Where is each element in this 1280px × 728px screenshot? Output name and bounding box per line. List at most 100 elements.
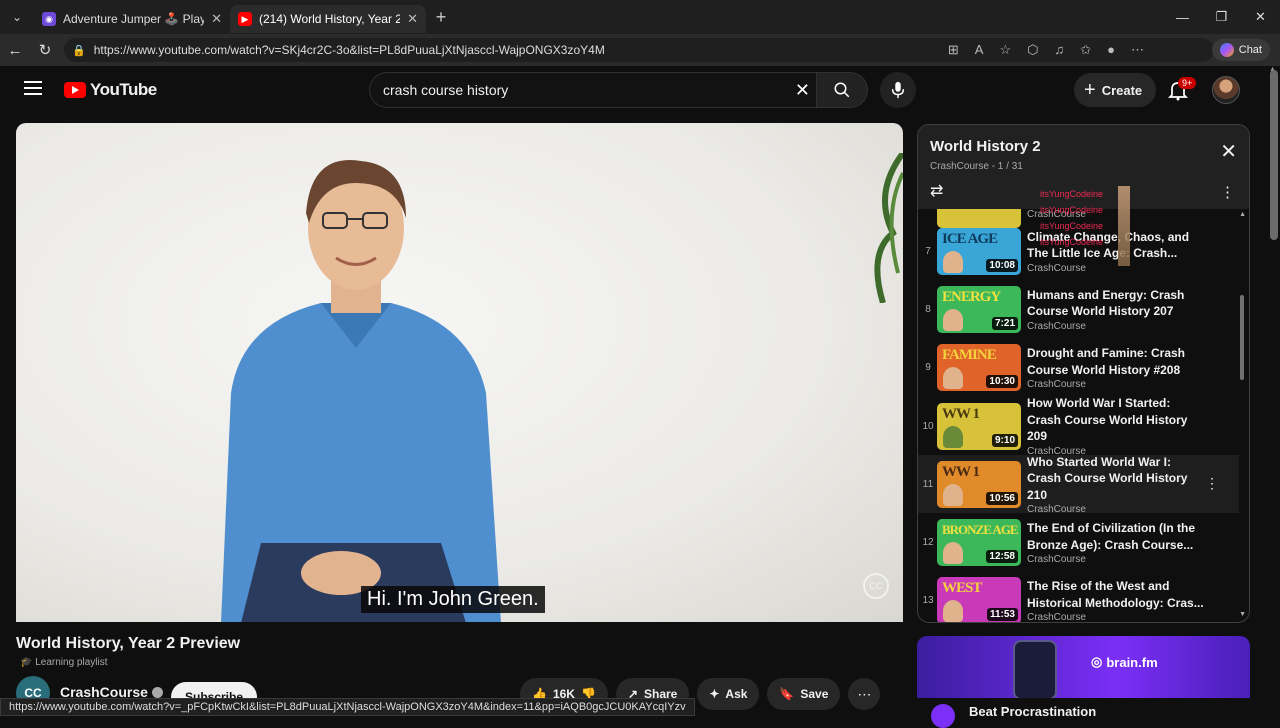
plus-icon: +: [1084, 78, 1096, 101]
browser-tab-youtube[interactable]: ▶ (214) World History, Year 2 Preview ✕: [230, 5, 426, 33]
thumbnail-figure: [943, 542, 963, 565]
learning-playlist-text: Learning playlist: [35, 657, 108, 668]
video-title: World History, Year 2 Preview: [16, 635, 241, 652]
scroll-up-arrow-icon[interactable]: ▲: [1239, 211, 1246, 218]
settings-more-icon[interactable]: ⋯: [1131, 42, 1144, 58]
playlist-more-icon[interactable]: ⋮: [1220, 183, 1235, 201]
read-aloud-icon[interactable]: A: [975, 42, 984, 58]
bookmark-icon: 🔖: [779, 687, 795, 701]
item-number: 10: [922, 420, 934, 432]
thumbnail-figure: [943, 250, 963, 273]
account-avatar[interactable]: [1212, 76, 1240, 104]
tab-actions-menu-button[interactable]: ⌄: [0, 0, 34, 34]
playlist-title[interactable]: World History 2: [930, 138, 1041, 155]
ad-banner[interactable]: ◎ brain.fm: [917, 636, 1250, 698]
maximize-icon[interactable]: ❐: [1202, 0, 1241, 34]
item-channel: CrashCourse: [1027, 320, 1086, 332]
playlist-items: CrashCourse 7 ICE AGE 10:08 Climate Chan…: [918, 209, 1239, 622]
new-tab-button[interactable]: +: [426, 7, 456, 28]
voice-search-button[interactable]: [880, 72, 916, 108]
youtube-play-icon: [64, 82, 86, 98]
close-playlist-icon[interactable]: ✕: [1220, 139, 1237, 164]
video-thumbnail[interactable]: FAMINE 10:30: [937, 344, 1021, 392]
thumbnail-label: BRONZE AGE: [942, 522, 1019, 538]
microphone-icon: [891, 81, 905, 99]
item-title[interactable]: Drought and Famine: Crash Course World H…: [1027, 345, 1207, 378]
create-label: Create: [1101, 82, 1143, 98]
site-info-icon[interactable]: 🔒: [72, 44, 86, 57]
save-button[interactable]: 🔖 Save: [767, 678, 841, 710]
back-icon[interactable]: ←: [0, 42, 30, 59]
item-more-icon[interactable]: ⋮: [1205, 475, 1219, 492]
media-control-icon[interactable]: ♫: [1054, 42, 1064, 58]
app-available-icon[interactable]: ⊞: [948, 42, 959, 58]
item-title[interactable]: Who Started World War I: Crash Course Wo…: [1027, 454, 1207, 504]
thumbnail-label: ICE AGE: [942, 230, 998, 247]
playlist-item[interactable]: 8 ENERGY 7:21 Humans and Energy: Crash C…: [918, 280, 1239, 338]
item-title[interactable]: How World War I Started: Crash Course Wo…: [1027, 395, 1207, 445]
learning-playlist-label: 🎓 Learning playlist: [20, 657, 108, 668]
scroll-down-arrow-icon[interactable]: ▼: [1239, 611, 1246, 618]
more-actions-button[interactable]: ⋯: [848, 678, 881, 710]
playlist-meta: CrashCourse - 1 / 31: [930, 161, 1023, 172]
item-title[interactable]: The End of Civilization (In the Bronze A…: [1027, 520, 1207, 553]
ad-brand: ◎ brain.fm: [1091, 654, 1158, 670]
item-title[interactable]: The Rise of the West and Historical Meth…: [1027, 578, 1207, 611]
item-channel: CrashCourse: [1027, 379, 1086, 391]
item-number: 8: [925, 303, 931, 315]
copilot-icon: [1219, 43, 1234, 57]
playlist-scrollbar-thumb[interactable]: [1240, 295, 1244, 380]
minimize-icon[interactable]: —: [1163, 0, 1202, 34]
playlist-item[interactable]: 10 WW 1 9:10 How World War I Started: Cr…: [918, 395, 1239, 457]
item-number: 11: [922, 478, 934, 490]
video-duration: 11:53: [986, 608, 1018, 622]
youtube-header: YouTube crash course history ✕ + Create …: [0, 66, 1266, 116]
video-thumbnail[interactable]: ICE AGE 10:08: [937, 227, 1021, 275]
overlay-image-strip: [1118, 186, 1130, 266]
item-number: 9: [925, 362, 931, 374]
extensions-icon[interactable]: ⬡: [1027, 42, 1038, 58]
ad-info[interactable]: Beat Procrastination: [917, 698, 1250, 728]
playlist-item[interactable]: 13 WEST 11:53 The Rise of the West and H…: [918, 572, 1239, 622]
video-thumbnail[interactable]: WW 1 9:10: [937, 402, 1021, 450]
refresh-icon[interactable]: ↻: [30, 41, 60, 59]
page-scrollbar-thumb[interactable]: [1270, 70, 1278, 240]
close-window-icon[interactable]: ✕: [1241, 0, 1280, 34]
menu-icon[interactable]: [24, 81, 42, 95]
close-tab-icon[interactable]: ✕: [211, 11, 222, 27]
tab-title: (214) World History, Year 2 Preview: [259, 12, 401, 26]
search-input[interactable]: crash course history ✕: [369, 72, 816, 108]
learning-icon: 🎓: [20, 657, 33, 668]
overlay-line: itsYungCodeine: [1040, 221, 1104, 231]
brainfm-logo-icon: ◎: [1091, 654, 1103, 669]
search-button[interactable]: [816, 72, 868, 108]
video-thumbnail[interactable]: BRONZE AGE 12:58: [937, 519, 1021, 567]
playlist-item[interactable]: 12 BRONZE AGE 12:58 The End of Civilizat…: [918, 513, 1239, 571]
clear-search-icon[interactable]: ✕: [795, 80, 810, 101]
video-thumbnail[interactable]: WEST 11:53: [937, 577, 1021, 622]
item-channel: CrashCourse: [1027, 554, 1086, 566]
game-favicon-icon: ◉: [42, 12, 56, 26]
logo-text: YouTube: [90, 80, 157, 99]
notification-count-badge: 9+: [1178, 77, 1197, 89]
copilot-chat-button[interactable]: Chat: [1211, 39, 1270, 61]
browser-tab-adventure-jumper[interactable]: ◉ Adventure Jumper 🕹️ Play on Cra ✕: [34, 5, 230, 33]
profile-icon[interactable]: ●: [1107, 42, 1115, 58]
shuffle-icon[interactable]: ⇄: [930, 181, 943, 201]
browser-toolbar: ← ↻ 🔒 https://www.youtube.com/watch?v=SK…: [0, 34, 1280, 66]
favorite-star-icon[interactable]: ☆: [999, 42, 1011, 58]
close-tab-icon[interactable]: ✕: [407, 11, 418, 27]
item-number: 12: [922, 537, 934, 549]
plant-leaves: [874, 153, 903, 303]
video-player[interactable]: Hi. I'm John Green. CC: [16, 123, 903, 622]
item-title[interactable]: Humans and Energy: Crash Course World Hi…: [1027, 287, 1207, 320]
create-button[interactable]: + Create: [1074, 73, 1157, 107]
ask-button[interactable]: ✦ Ask: [697, 678, 760, 710]
playlist-item[interactable]: 9 FAMINE 10:30 Drought and Famine: Crash…: [918, 339, 1239, 397]
video-thumbnail[interactable]: ENERGY 7:21: [937, 285, 1021, 333]
youtube-logo[interactable]: YouTube: [64, 80, 157, 100]
address-bar[interactable]: 🔒 https://www.youtube.com/watch?v=SKj4cr…: [64, 38, 1214, 62]
favorites-icon[interactable]: ✩: [1080, 42, 1091, 58]
video-thumbnail[interactable]: WW 1 10:56: [937, 460, 1021, 508]
playlist-item[interactable]: 11 WW 1 10:56 Who Started World War I: C…: [918, 454, 1239, 515]
